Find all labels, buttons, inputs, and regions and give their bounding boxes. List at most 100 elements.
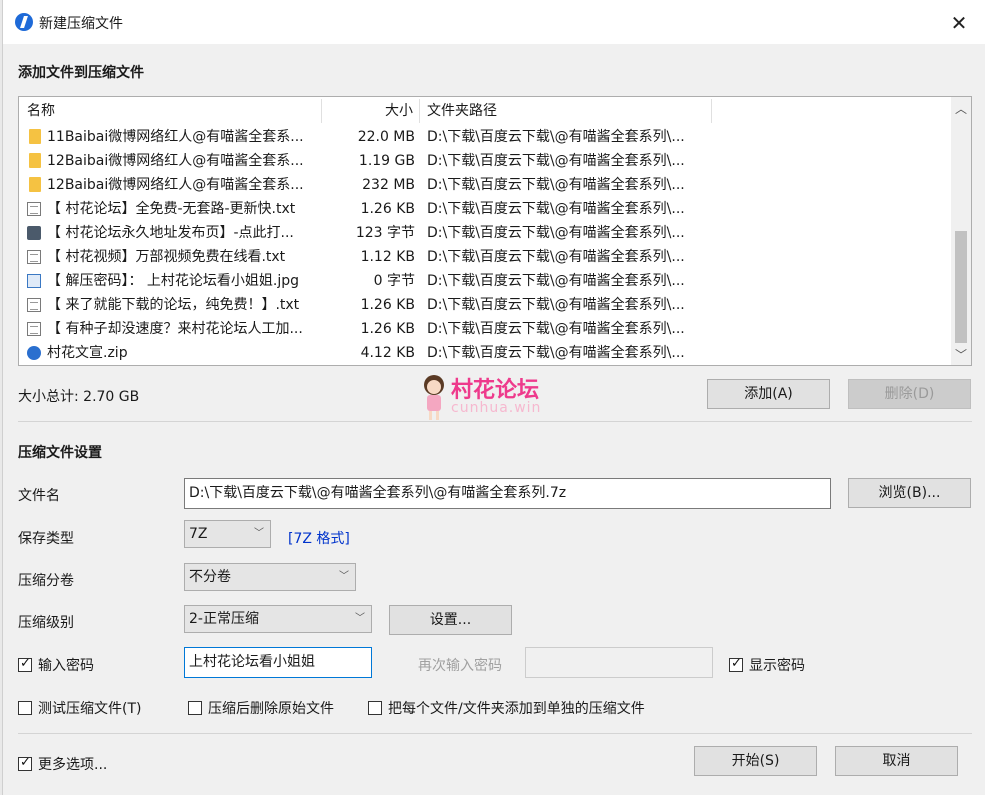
file-path: D:\下载\百度云下载\@有喵酱全套系列\...: [427, 249, 685, 265]
file-row[interactable]: 【 村花论坛】全免费-无套路-更新快.txt 1.26 KB D:\下载\百度云下载…: [19, 197, 951, 221]
level-select[interactable]: 2-正常压缩 ﹀: [184, 605, 372, 633]
delete-button[interactable]: 删除(D): [848, 379, 971, 409]
file-name: 12Baibai微博网络红人@有喵酱全套系...: [47, 153, 304, 169]
scrollbar-thumb[interactable]: [955, 231, 967, 343]
zip-file-icon: [27, 346, 41, 360]
file-name: 12Baibai微博网络红人@有喵酱全套系...: [47, 177, 304, 193]
file-path: D:\下载\百度云下载\@有喵酱全套系列\...: [427, 297, 685, 313]
save-type-select[interactable]: 7Z ﹀: [184, 520, 271, 548]
scroll-up-icon[interactable]: ︿: [951, 99, 971, 119]
show-password-checkbox[interactable]: 显示密码: [729, 655, 805, 675]
watermark-subtitle: cunhua.win: [451, 400, 542, 416]
separate-archives-label: 把每个文件/文件夹添加到单独的压缩文件: [388, 701, 645, 717]
file-path: D:\下载\百度云下载\@有喵酱全套系列\...: [427, 129, 685, 145]
file-size: 1.26 KB: [360, 297, 415, 313]
split-label: 压缩分卷: [18, 573, 74, 589]
split-value: 不分卷: [189, 569, 231, 585]
file-name: 【 有种子却没速度？来村花论坛人工加...: [47, 321, 303, 337]
file-name: 11Baibai微博网络红人@有喵酱全套系...: [47, 129, 304, 145]
level-value: 2-正常压缩: [189, 611, 259, 627]
show-password-label: 显示密码: [749, 658, 805, 674]
file-path: D:\下载\百度云下载\@有喵酱全套系列\...: [427, 177, 685, 193]
test-archive-checkbox[interactable]: 测试压缩文件(T): [18, 698, 141, 718]
start-button[interactable]: 开始(S): [694, 746, 817, 776]
file-list[interactable]: 名称 大小 文件夹路径 11Baibai微博网络红人@有喵酱全套系... 22.0…: [18, 96, 972, 366]
watermark-logo: 村花论坛 cunhua.win: [421, 372, 581, 424]
password-repeat-label: 再次输入密码: [418, 658, 502, 674]
text-file-icon: [27, 298, 41, 312]
file-size: 123 字节: [355, 225, 415, 241]
file-row[interactable]: 12Baibai微博网络红人@有喵酱全套系... 232 MB D:\下载\百度云下…: [19, 173, 951, 197]
file-list-scrollbar[interactable]: ︿ ﹀: [951, 97, 971, 365]
checkbox-box[interactable]: [188, 701, 202, 715]
file-size: 1.26 KB: [360, 321, 415, 337]
watermark-doll-icon: [424, 375, 444, 420]
file-size: 1.12 KB: [360, 249, 415, 265]
save-type-value: 7Z: [189, 526, 208, 542]
file-row[interactable]: 【 解压密码】： 上村花论坛看小姐姐.jpg 0 字节 D:\下载\百度云下载\@有…: [19, 269, 951, 293]
column-divider[interactable]: [321, 99, 322, 123]
level-label: 压缩级别: [18, 615, 74, 631]
column-header-size[interactable]: 大小: [385, 97, 413, 125]
file-path: D:\下载\百度云下载\@有喵酱全套系列\...: [427, 345, 685, 361]
file-name: 村花文宣.zip: [47, 345, 128, 361]
scroll-down-icon[interactable]: ﹀: [951, 345, 971, 365]
file-row[interactable]: 【 村花论坛永久地址发布页】-点此打... 123 字节 D:\下载\百度云下载\@…: [19, 221, 951, 245]
split-select[interactable]: 不分卷 ﹀: [184, 563, 356, 591]
browse-button[interactable]: 浏览(B)...: [848, 478, 971, 508]
file-path: D:\下载\百度云下载\@有喵酱全套系列\...: [427, 273, 685, 289]
password-label: 输入密码: [38, 658, 94, 674]
file-row[interactable]: 11Baibai微博网络红人@有喵酱全套系... 22.0 MB D:\下载\百度云…: [19, 125, 951, 149]
file-row[interactable]: 【 有种子却没速度？来村花论坛人工加... 1.26 KB D:\下载\百度云下载\…: [19, 317, 951, 341]
test-archive-label: 测试压缩文件(T): [38, 701, 142, 717]
password-repeat-input[interactable]: [525, 647, 713, 678]
file-name: 【 村花论坛】全免费-无套路-更新快.txt: [47, 201, 296, 217]
column-divider[interactable]: [419, 99, 420, 123]
file-size: 0 字节: [373, 273, 415, 289]
file-size: 22.0 MB: [357, 129, 415, 145]
more-options-checkbox[interactable]: 更多选项...: [18, 754, 107, 774]
file-size: 232 MB: [362, 177, 415, 193]
settings-button[interactable]: 设置...: [389, 605, 512, 635]
file-name: 【 村花论坛永久地址发布页】-点此打...: [47, 225, 294, 241]
format-link[interactable]: [7Z 格式]: [288, 528, 350, 548]
file-row[interactable]: 【 村花视频】万部视频免费在线看.txt 1.12 KB D:\下载\百度云下载\@…: [19, 245, 951, 269]
section-divider: [18, 733, 972, 734]
delete-after-label: 压缩后删除原始文件: [208, 701, 334, 717]
folder-icon: [29, 177, 41, 192]
cancel-button[interactable]: 取消: [835, 746, 958, 776]
checkbox-box[interactable]: [18, 755, 32, 771]
save-type-label: 保存类型: [18, 531, 74, 547]
file-row[interactable]: 村花文宣.zip 4.12 KB D:\下载\百度云下载\@有喵酱全套系列\...: [19, 341, 951, 365]
column-header-path[interactable]: 文件夹路径: [427, 97, 497, 125]
window-title: 新建压缩文件: [39, 16, 123, 32]
file-size: 1.19 GB: [358, 153, 415, 169]
close-icon[interactable]: ✕: [939, 8, 979, 38]
separate-archives-checkbox[interactable]: 把每个文件/文件夹添加到单独的压缩文件: [368, 698, 645, 718]
text-file-icon: [27, 250, 41, 264]
file-name: 【 解压密码】： 上村花论坛看小姐姐.jpg: [47, 273, 300, 289]
more-options-label: 更多选项...: [38, 757, 108, 773]
folder-icon: [29, 129, 41, 144]
file-row[interactable]: 12Baibai微博网络红人@有喵酱全套系... 1.19 GB D:\下载\百度云…: [19, 149, 951, 173]
password-input[interactable]: 上村花论坛看小姐姐: [184, 647, 372, 678]
file-size: 1.26 KB: [360, 201, 415, 217]
filename-input[interactable]: D:\下载\百度云下载\@有喵酱全套系列\@有喵酱全套系列.7z: [184, 478, 831, 509]
checkbox-box[interactable]: [368, 701, 382, 715]
password-checkbox[interactable]: 输入密码: [18, 655, 94, 675]
delete-after-checkbox[interactable]: 压缩后删除原始文件: [188, 698, 334, 718]
chevron-down-icon: ﹀: [254, 528, 264, 539]
file-path: D:\下载\百度云下载\@有喵酱全套系列\...: [427, 201, 685, 217]
column-divider[interactable]: [711, 99, 712, 123]
checkbox-box[interactable]: [18, 656, 32, 672]
file-path: D:\下载\百度云下载\@有喵酱全套系列\...: [427, 225, 685, 241]
app-logo-icon: [15, 13, 33, 31]
checkbox-box[interactable]: [729, 656, 743, 672]
add-files-heading: 添加文件到压缩文件: [18, 65, 144, 81]
add-button[interactable]: 添加(A): [707, 379, 830, 409]
checkbox-box[interactable]: [18, 701, 32, 715]
file-size: 4.12 KB: [360, 345, 415, 361]
file-row[interactable]: 【 来了就能下载的论坛，纯免费！】.txt 1.26 KB D:\下载\百度云下载\…: [19, 293, 951, 317]
image-file-icon: [27, 274, 41, 288]
column-header-name[interactable]: 名称: [27, 97, 55, 125]
